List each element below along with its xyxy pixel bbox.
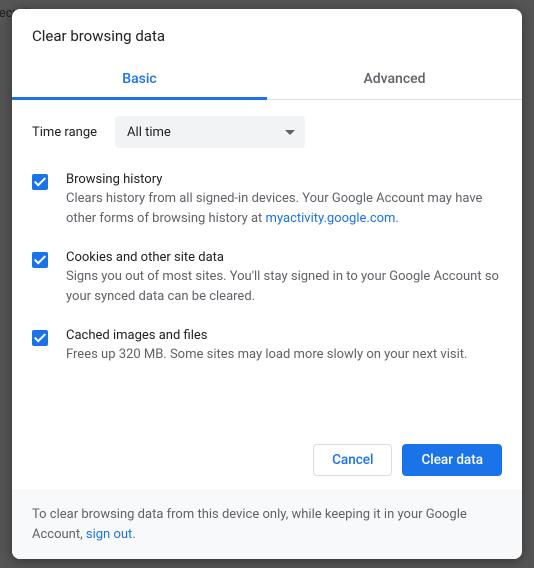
- time-range-value: All time: [127, 125, 171, 140]
- cancel-button[interactable]: Cancel: [313, 444, 392, 476]
- clear-browsing-data-dialog: Clear browsing data Basic Advanced Time …: [12, 9, 522, 559]
- option-title: Cookies and other site data: [66, 250, 502, 265]
- option-title: Browsing history: [66, 172, 502, 187]
- time-range-row: Time range All time: [32, 116, 502, 148]
- checkbox-cookies[interactable]: [32, 252, 48, 268]
- dialog-actions: Cancel Clear data: [12, 430, 522, 490]
- tab-advanced[interactable]: Advanced: [267, 61, 522, 99]
- checkbox-cache[interactable]: [32, 330, 48, 346]
- time-range-label: Time range: [32, 125, 97, 140]
- tab-basic[interactable]: Basic: [12, 61, 267, 99]
- option-desc: Signs you out of most sites. You'll stay…: [66, 267, 502, 306]
- tabs: Basic Advanced: [12, 61, 522, 100]
- dialog-title: Clear browsing data: [12, 9, 522, 61]
- option-cache: Cached images and files Frees up 320 MB.…: [32, 328, 502, 365]
- time-range-select[interactable]: All time: [115, 116, 305, 148]
- checkbox-browsing-history[interactable]: [32, 174, 48, 190]
- myactivity-link[interactable]: myactivity.google.com: [266, 211, 396, 226]
- clear-data-button[interactable]: Clear data: [402, 444, 502, 476]
- option-desc: Clears history from all signed-in device…: [66, 189, 502, 228]
- option-cookies: Cookies and other site data Signs you ou…: [32, 250, 502, 306]
- sign-out-link[interactable]: sign out: [86, 527, 132, 542]
- option-desc: Frees up 320 MB. Some sites may load mor…: [66, 345, 502, 365]
- option-title: Cached images and files: [66, 328, 502, 343]
- dialog-body: Time range All time Browsing history Cle…: [12, 100, 522, 430]
- chevron-down-icon: [285, 130, 295, 135]
- dialog-footer: To clear browsing data from this device …: [12, 490, 522, 559]
- option-browsing-history: Browsing history Clears history from all…: [32, 172, 502, 228]
